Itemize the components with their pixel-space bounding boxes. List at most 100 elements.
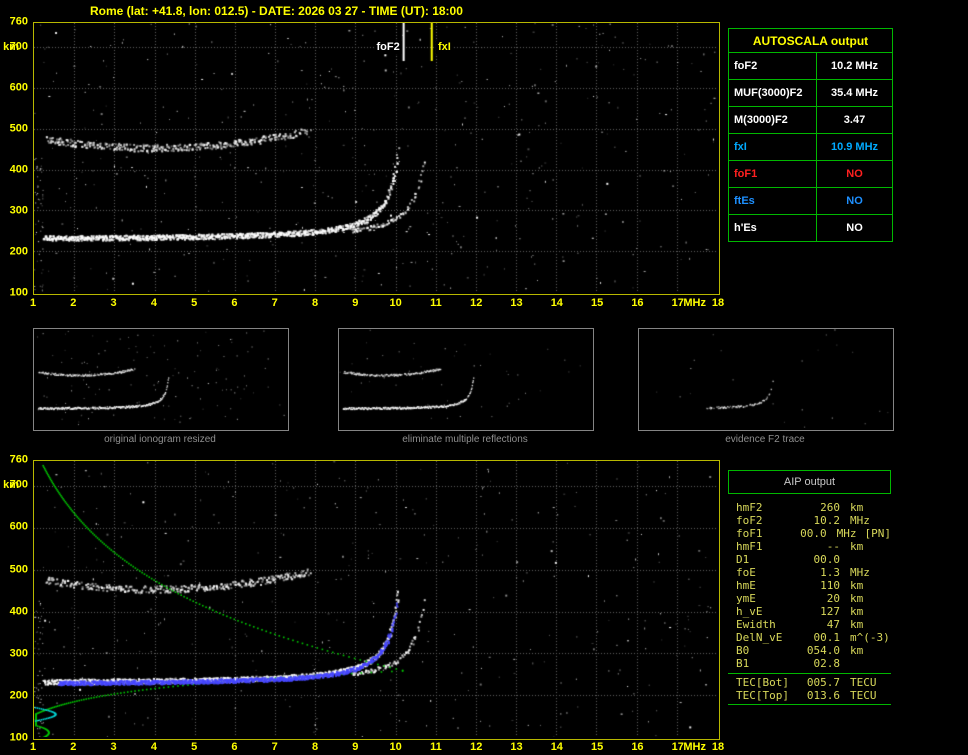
- param-value: 00.1: [813, 631, 841, 644]
- y-tick: 200: [9, 245, 28, 258]
- y-tick: 400: [9, 605, 28, 618]
- y-tick: 600: [9, 81, 28, 94]
- autoscala-panel-title: AUTOSCALA output: [729, 29, 892, 53]
- param-unit: MHz: [836, 527, 857, 540]
- param-label: foE: [736, 566, 756, 579]
- aip-separator: [728, 673, 891, 674]
- x-tick: 13: [510, 741, 523, 753]
- thumbnail-caption: eliminate multiple reflections: [402, 434, 528, 445]
- param-value: 260: [820, 501, 840, 514]
- aip-row: D1 00.0: [736, 553, 891, 566]
- table-row: h'Es NO: [729, 215, 892, 241]
- param-unit: km: [850, 579, 864, 592]
- thumbnail-eliminate-reflections: [338, 328, 594, 431]
- param-value: 20: [826, 592, 840, 605]
- param-label: foF1: [736, 527, 763, 540]
- param-value: 00.0: [800, 527, 827, 540]
- param-label: D1: [736, 553, 750, 566]
- autoscala-screen: Rome (lat: +41.8, lon: 012.5) - DATE: 20…: [0, 0, 968, 755]
- param-value: 005.7: [806, 676, 840, 689]
- param-value: 10.2: [813, 514, 841, 527]
- aip-row: ymE 20 km: [736, 592, 891, 605]
- fxi-marker-label: fxI: [435, 41, 453, 54]
- param-label: hmF2: [736, 501, 763, 514]
- thumbnail-original-ionogram: [33, 328, 289, 431]
- param-label: foF2: [736, 514, 763, 527]
- table-row: MUF(3000)F2 35.4 MHz: [729, 80, 892, 107]
- x-tick: 18: [711, 297, 725, 309]
- x-tick: 2: [70, 297, 77, 309]
- aip-row: hmF2 260 km: [736, 501, 891, 514]
- param-value: --: [826, 540, 840, 553]
- aip-row: Ewidth 47 km: [736, 618, 891, 631]
- x-tick: 13: [510, 297, 523, 309]
- autoscala-output-panel: AUTOSCALA output foF2 10.2 MHz MUF(3000)…: [728, 28, 893, 242]
- param-label: DelN_vE: [736, 631, 783, 644]
- param-label: h'Es: [729, 215, 817, 241]
- param-label: MUF(3000)F2: [729, 80, 817, 106]
- table-row: M(3000)F2 3.47: [729, 107, 892, 134]
- y-tick: 300: [9, 204, 28, 217]
- y-tick: 500: [9, 122, 28, 135]
- x-tick: 3: [110, 297, 117, 309]
- x-axis-unit: MHz: [683, 297, 707, 309]
- table-row: fxI 10.9 MHz: [729, 134, 892, 161]
- x-tick: 6: [231, 297, 238, 309]
- param-label: B0: [736, 644, 750, 657]
- param-unit: km: [850, 540, 864, 553]
- main-plot-x-axis: 1 2 3 4 5 6 7 8 9 10 11 12 13 14 15 16 1…: [29, 296, 724, 310]
- y-tick: 700: [9, 478, 28, 491]
- y-tick: 760: [9, 453, 28, 466]
- x-tick: 11: [430, 741, 442, 753]
- x-tick: 11: [430, 297, 442, 309]
- aip-row: DelN_vE 00.1 m^(-3): [736, 631, 891, 644]
- thumbnail-caption: original ionogram resized: [104, 434, 216, 445]
- param-unit: km: [850, 501, 864, 514]
- param-label: hmE: [736, 579, 756, 592]
- x-tick: 14: [550, 297, 563, 309]
- table-row: foF2 10.2 MHz: [729, 53, 892, 80]
- x-tick: 9: [352, 297, 359, 309]
- table-row: foF1 NO: [729, 161, 892, 188]
- aip-row: B1 02.8: [736, 657, 891, 670]
- param-unit: m^(-3): [850, 631, 890, 644]
- bottom-plot-x-axis: 1 2 3 4 5 6 7 8 9 10 11 12 13 14 15 16 1…: [30, 740, 724, 754]
- param-value: 3.47: [843, 114, 866, 126]
- aip-bottom-border: [728, 704, 891, 705]
- x-tick: 16: [631, 741, 644, 753]
- x-tick: 15: [590, 741, 604, 753]
- param-label: B1: [736, 657, 750, 670]
- x-tick: 2: [70, 741, 77, 753]
- param-label: foF2: [729, 53, 817, 79]
- x-tick: 14: [550, 741, 563, 753]
- param-value: 127: [820, 605, 840, 618]
- param-value: 013.6: [806, 689, 840, 702]
- param-value: 02.8: [813, 657, 841, 670]
- y-tick: 760: [9, 15, 28, 28]
- aip-output-panel: AIP output hmF2 260 km foF2 10.2 MHz foF…: [728, 470, 891, 705]
- param-label: h_vE: [736, 605, 763, 618]
- profile-ionogram-canvas: [34, 461, 717, 737]
- x-tick: 3: [110, 741, 117, 753]
- x-tick: 17: [671, 741, 684, 753]
- main-plot-y-axis: 760 km 700 600 500 400 300 200 100: [0, 16, 31, 298]
- y-tick: 400: [9, 163, 28, 176]
- x-tick: 1: [29, 297, 37, 309]
- aip-row: hmE 110 km: [736, 579, 891, 592]
- y-tick: 600: [9, 520, 28, 533]
- fof2-marker-label: foF2: [374, 41, 402, 54]
- bottom-plot-y-axis: 760 km 700 600 500 400 300 200 100: [0, 454, 31, 743]
- param-value: 054.0: [806, 644, 840, 657]
- param-label: Ewidth: [736, 618, 776, 631]
- thumbnail-caption: evidence F2 trace: [725, 434, 805, 445]
- main-ionogram-canvas: [34, 23, 717, 292]
- param-value: 110: [820, 579, 840, 592]
- param-unit: TECU: [850, 689, 877, 702]
- profile-ionogram-plot: [33, 460, 720, 740]
- param-label: TEC[Bot]: [736, 676, 789, 689]
- aip-row: foF1 00.0 MHz [PN]: [736, 527, 891, 540]
- aip-row: h_vE 127 km: [736, 605, 891, 618]
- aip-body: hmF2 260 km foF2 10.2 MHz foF1 00.0 MHz …: [728, 494, 891, 705]
- aip-panel-title: AIP output: [728, 470, 891, 494]
- y-tick: 100: [9, 286, 28, 299]
